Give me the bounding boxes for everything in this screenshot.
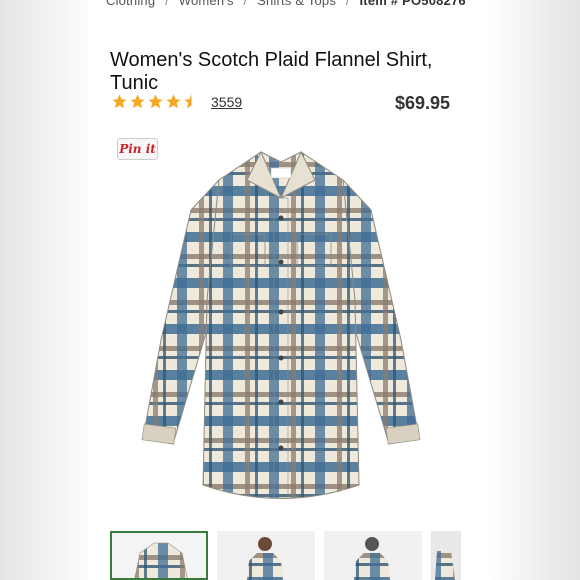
- product-image: [141, 150, 421, 499]
- thumb-model-back[interactable]: [324, 531, 422, 580]
- breadcrumb: Clothing / Women's / Shirts & Tops / Ite…: [106, 0, 486, 8]
- breadcrumb-item-shirts-tops[interactable]: Shirts & Tops: [257, 0, 336, 8]
- half-star-icon: [184, 94, 199, 109]
- product-price: $69.95: [394, 93, 450, 113]
- star-icon: [166, 94, 181, 109]
- thumb-shirt-front[interactable]: [110, 531, 208, 580]
- breadcrumb-separator: /: [345, 0, 350, 8]
- review-count-link[interactable]: 3559: [211, 94, 242, 110]
- star-icon: [112, 94, 127, 109]
- product-page: Clothing / Women's / Shirts & Tops / Ite…: [96, 0, 486, 580]
- rating-stars[interactable]: [111, 93, 201, 110]
- breadcrumb-separator: /: [165, 0, 169, 8]
- star-icon: [130, 94, 145, 109]
- thumb-partial[interactable]: [431, 531, 461, 580]
- breadcrumb-item-womens[interactable]: Women's: [179, 0, 234, 8]
- breadcrumb-item-clothing[interactable]: Clothing: [106, 0, 155, 8]
- item-number: Item # PO508276: [359, 0, 466, 8]
- thumb-model-front[interactable]: [217, 531, 315, 580]
- star-icon: [148, 94, 163, 109]
- rating: 3559: [111, 93, 242, 110]
- product-title: Women's Scotch Plaid Flannel Shirt, Tuni…: [110, 49, 433, 95]
- thumbnail-strip: [110, 531, 470, 580]
- pinterest-pin-button[interactable]: Pin it: [117, 138, 158, 160]
- breadcrumb-separator: /: [243, 0, 248, 8]
